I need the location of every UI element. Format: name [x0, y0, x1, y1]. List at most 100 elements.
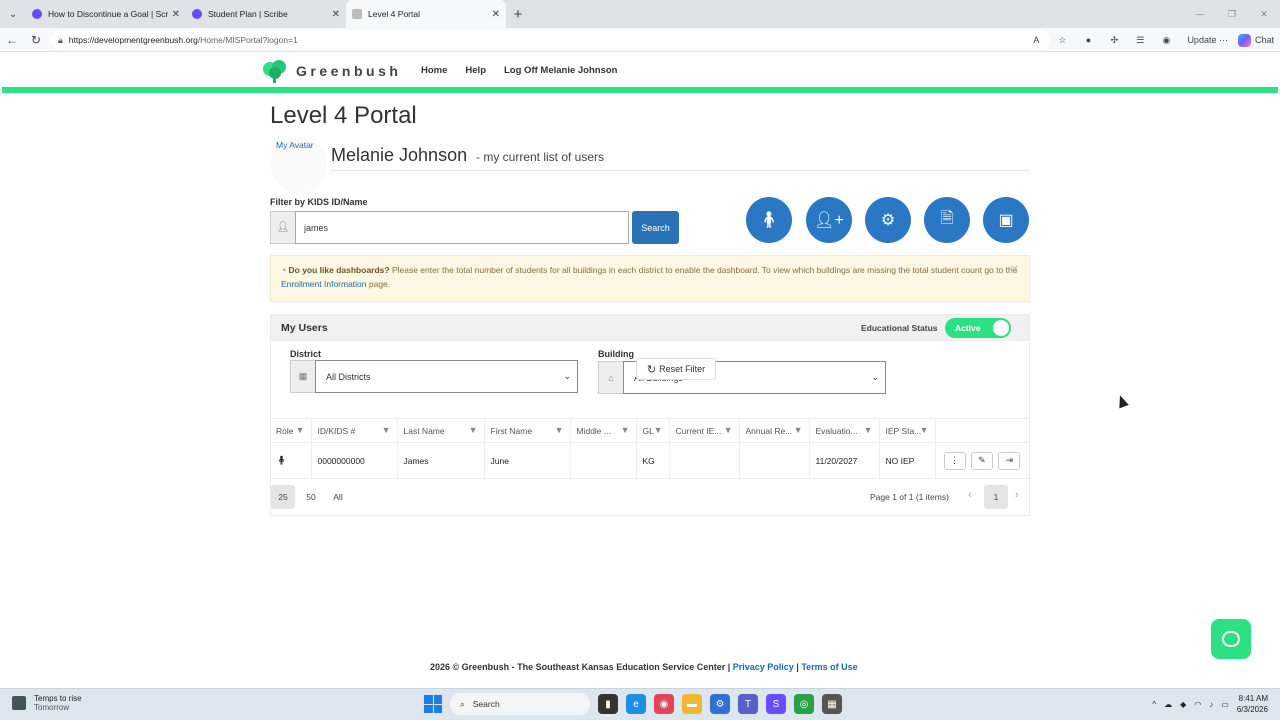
nav-logoff-link[interactable]: Log Off Melanie Johnson	[504, 65, 617, 76]
page-favicon-icon	[352, 9, 362, 19]
support-chat-button[interactable]	[1211, 619, 1251, 659]
volume-icon[interactable]: ♪	[1209, 700, 1213, 709]
col-last-name[interactable]: Last Name ▼	[397, 418, 485, 443]
read-aloud-icon[interactable]: A	[1025, 35, 1047, 45]
prev-page-icon[interactable]: ‹	[968, 489, 972, 501]
scribe-favicon-icon	[192, 9, 202, 19]
filter-icon[interactable]: ▼	[555, 425, 564, 435]
favorites-icon[interactable]: ☰	[1129, 35, 1151, 46]
filter-icon[interactable]: ▼	[724, 425, 733, 435]
close-tab-icon[interactable]: ✕	[492, 9, 500, 20]
reset-filter-button[interactable]: ↻ Reset Filter	[636, 358, 716, 380]
col-role[interactable]: Role ▼	[270, 418, 312, 443]
search-icon: ⌕	[460, 698, 465, 709]
district-select[interactable]: ▦ All Districts ⌄	[290, 360, 578, 393]
district-select-box[interactable]: All Districts ⌄	[315, 360, 578, 393]
page-size-25[interactable]: 25	[271, 485, 295, 509]
enrollment-link[interactable]: Enrollment Information	[281, 279, 367, 289]
col-gl[interactable]: GL ▼	[636, 418, 670, 443]
filter-icon[interactable]: ▼	[469, 425, 478, 435]
profile-icon[interactable]: ◉	[1155, 35, 1177, 46]
col-first-name[interactable]: First Name ▼	[484, 418, 571, 443]
more-options-icon[interactable]: ⋮	[943, 451, 966, 470]
back-icon[interactable]: ←	[0, 28, 24, 52]
edge-icon[interactable]: e	[626, 694, 646, 714]
greenbush-logo[interactable]: Greenbush	[262, 59, 401, 83]
extension-icon[interactable]: ●	[1077, 35, 1099, 45]
clock[interactable]: 8:41 AM 6/3/2026	[1237, 693, 1268, 715]
next-page-icon[interactable]: ›	[1015, 489, 1019, 501]
middle-name-cell	[570, 442, 637, 479]
tab-list-icon[interactable]: ⌄	[0, 0, 26, 28]
start-icon[interactable]	[424, 695, 442, 713]
col-iep-status[interactable]: IEP Sta... ▼	[879, 418, 936, 443]
edu-status-toggle[interactable]: Active	[945, 318, 1011, 338]
url-field[interactable]: 🔒︎ https://developmentgreenbush.org /Hom…	[50, 30, 1050, 50]
app-icon[interactable]: ◉	[654, 694, 674, 714]
close-tab-icon[interactable]: ✕	[332, 9, 340, 20]
weather-widget[interactable]: Temps to rise Tomorrow	[12, 694, 82, 712]
taskbar-apps: ⌕ Search ▮ e ◉ ▬ ⚙︎ T S ◎ ▦	[424, 693, 842, 715]
open-record-icon[interactable]: ⇥	[998, 451, 1021, 470]
edit-icon[interactable]: ✎	[970, 451, 993, 470]
filter-icon[interactable]: ▼	[864, 425, 873, 435]
student-action-button[interactable]: 🧍︎	[746, 197, 792, 243]
teams-icon[interactable]: T	[738, 694, 758, 714]
wifi-icon[interactable]: ◠	[1194, 700, 1201, 709]
new-tab-icon[interactable]: +	[506, 0, 530, 28]
alert-close-icon[interactable]: ✕	[1010, 264, 1019, 278]
col-actions	[935, 418, 1030, 443]
weather-sub: Tomorrow	[34, 703, 70, 712]
privacy-link[interactable]: Privacy Policy	[733, 662, 794, 672]
table-row[interactable]: 🧍︎ 0000000000 James June KG 11/20/2027 N…	[270, 442, 1030, 479]
col-annual-review[interactable]: Annual Re... ▼	[739, 418, 810, 443]
refresh-icon[interactable]: ↻	[24, 28, 48, 52]
col-middle[interactable]: Middle ... ▼	[570, 418, 637, 443]
copilot-tray-icon[interactable]: ◆	[1180, 700, 1186, 709]
search-input[interactable]	[295, 211, 629, 244]
filter-icon[interactable]: ▼	[920, 425, 929, 435]
browser-tab-1[interactable]: How to Discontinue a Goal | Scribe ✕	[26, 0, 186, 28]
maximize-icon[interactable]: ❐	[1216, 0, 1248, 28]
browser-tab-2[interactable]: Student Plan | Scribe ✕	[186, 0, 346, 28]
filter-icon[interactable]: ▼	[382, 425, 391, 435]
col-current-iep[interactable]: Current IE... ▼	[669, 418, 740, 443]
nav-home-link[interactable]: Home	[421, 65, 447, 76]
nav-help-link[interactable]: Help	[465, 65, 486, 76]
tray-overflow-icon[interactable]: ^	[1152, 700, 1156, 709]
close-tab-icon[interactable]: ✕	[172, 9, 180, 20]
col-evaluation[interactable]: Evaluatio... ▼	[809, 418, 880, 443]
battery-icon[interactable]: ▭	[1221, 700, 1229, 709]
filter-icon[interactable]: ▼	[654, 425, 663, 435]
terms-link[interactable]: Terms of Use	[801, 662, 857, 672]
update-button[interactable]: Update ⋯	[1181, 33, 1234, 48]
minimize-icon[interactable]: —	[1184, 0, 1216, 28]
toggle-knob	[993, 320, 1009, 336]
chrome-icon[interactable]: ◎	[794, 694, 814, 714]
page-title: Level 4 Portal	[270, 102, 417, 129]
settings-button[interactable]: ⚙︎	[865, 197, 911, 243]
calculator-icon[interactable]: ▦	[822, 694, 842, 714]
scribe-app-icon[interactable]: S	[766, 694, 786, 714]
settings-app-icon[interactable]: ⚙︎	[710, 694, 730, 714]
favorite-star-icon[interactable]: ☆	[1051, 35, 1073, 46]
filter-icon[interactable]: ▼	[794, 425, 803, 435]
close-window-icon[interactable]: ✕	[1248, 0, 1280, 28]
search-button[interactable]: Search	[632, 211, 679, 244]
copilot-chat-button[interactable]: Chat	[1237, 33, 1274, 47]
page-1-button[interactable]: 1	[984, 485, 1008, 509]
col-id[interactable]: ID/KIDS # ▼	[311, 418, 398, 443]
filter-icon[interactable]: ▼	[621, 425, 630, 435]
extensions-puzzle-icon[interactable]: ✣	[1103, 35, 1125, 46]
browser-tab-3[interactable]: Level 4 Portal ✕	[346, 0, 506, 28]
file-explorer-icon[interactable]: ▬	[682, 694, 702, 714]
filter-icon[interactable]: ▼	[296, 425, 305, 435]
task-view-icon[interactable]: ▮	[598, 694, 618, 714]
page-size-all[interactable]: All	[326, 485, 350, 509]
document-button[interactable]: 🗎︎	[924, 197, 970, 243]
taskbar-search[interactable]: ⌕ Search	[450, 693, 590, 715]
add-user-button[interactable]: 👤︎+	[806, 197, 852, 243]
contact-book-button[interactable]: ▣	[983, 197, 1029, 243]
onedrive-icon[interactable]: ☁︎	[1164, 700, 1172, 709]
page-size-50[interactable]: 50	[299, 485, 323, 509]
